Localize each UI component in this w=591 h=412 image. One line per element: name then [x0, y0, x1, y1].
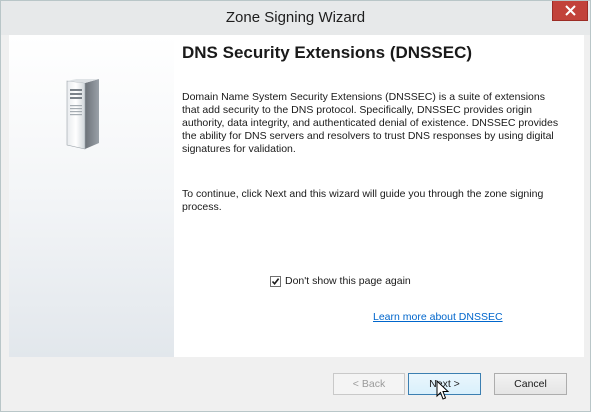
- wizard-window: Zone Signing Wizard DNS Security Extensi…: [0, 0, 591, 412]
- learn-more-link[interactable]: Learn more about DNSSEC: [373, 311, 503, 323]
- dont-show-again-option[interactable]: Don't show this page again: [270, 275, 411, 287]
- wizard-content: DNS Security Extensions (DNSSEC) Domain …: [9, 35, 584, 357]
- dont-show-again-checkbox[interactable]: [270, 275, 281, 287]
- window-title: Zone Signing Wizard: [225, 9, 366, 26]
- close-icon: [565, 5, 576, 16]
- description-paragraph: Domain Name System Security Extensions (…: [182, 91, 559, 155]
- dont-show-again-label: Don't show this page again: [285, 275, 411, 287]
- checkmark-icon: [271, 277, 280, 285]
- title-bar[interactable]: Zone Signing Wizard: [1, 1, 590, 35]
- button-bar: < Back Next > Cancel: [1, 357, 590, 411]
- side-panel: [9, 35, 174, 357]
- instruction-paragraph: To continue, click Next and this wizard …: [182, 188, 544, 213]
- page-heading: DNS Security Extensions (DNSSEC): [182, 43, 473, 62]
- server-icon: [66, 79, 99, 150]
- back-button[interactable]: < Back: [333, 373, 405, 395]
- next-button[interactable]: Next >: [408, 373, 481, 395]
- cancel-button[interactable]: Cancel: [494, 373, 567, 395]
- close-button[interactable]: [552, 1, 588, 21]
